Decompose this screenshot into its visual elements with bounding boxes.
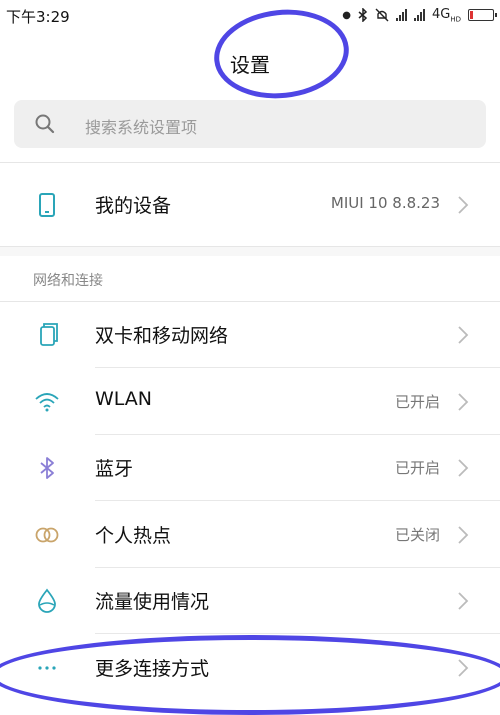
data-usage-icon [38,588,56,613]
wlan-row[interactable]: WLAN 已开启 [0,369,500,435]
status-bar: 下午3:29 ● 4GHD [0,0,500,30]
chevron-right-icon [458,393,469,411]
more-connections-row[interactable]: 更多连接方式 [0,635,500,701]
hotspot-status: 已关闭 [394,526,440,544]
mute-icon [375,8,389,22]
search-input[interactable]: 搜索系统设置项 [14,100,486,148]
hotspot-icon [35,527,59,543]
chevron-right-icon [458,196,469,214]
status-icons: ● 4GHD [342,5,497,25]
wlan-label: WLAN [95,388,153,410]
row-separator [95,367,500,368]
search-placeholder: 搜索系统设置项 [85,118,198,137]
page-title: 设置 [230,53,270,77]
divider [0,162,500,163]
bluetooth-row[interactable]: 蓝牙 已开启 [0,435,500,501]
sidebar-item-dual-sim[interactable]: 双卡和移动网络 [0,302,500,368]
chevron-right-icon [458,326,469,344]
wifi-icon [35,393,59,412]
chevron-right-icon [458,659,469,677]
bluetooth-status: 已开启 [394,459,440,477]
data-usage-label: 流量使用情况 [95,591,210,613]
phone-icon [39,193,55,217]
divider [0,246,500,247]
section-header-network: 网络和连接 [33,273,103,289]
more-connections-label: 更多连接方式 [95,658,210,680]
row-separator [95,633,500,634]
wlan-status: 已开启 [394,393,440,411]
hotspot-row[interactable]: 个人热点 已关闭 [0,502,500,568]
row-separator [95,500,500,501]
data-usage-row[interactable]: 流量使用情况 [0,568,500,634]
section-gap [0,246,500,256]
hotspot-label: 个人热点 [95,525,172,547]
more-dots-icon [38,666,56,670]
chevron-right-icon [458,526,469,544]
status-time: 下午3:29 [6,8,70,26]
my-device-version: MIUI 10 8.8.23 [330,194,440,212]
bluetooth-icon [40,457,54,479]
my-device-label: 我的设备 [95,195,172,217]
chevron-right-icon [458,592,469,610]
network-type: 4GHD [431,6,461,24]
dot-icon: ● [342,9,351,21]
battery-icon [468,9,497,21]
dual-sim-label: 双卡和移动网络 [95,325,229,347]
sim-card-icon [40,323,58,346]
bluetooth-label: 蓝牙 [95,458,134,480]
signal-1-icon [395,9,407,21]
chevron-right-icon [458,459,469,477]
search-icon [35,114,55,134]
signal-2-icon [413,9,425,21]
bluetooth-status-icon [358,8,368,22]
my-device-row[interactable]: 我的设备 MIUI 10 8.8.23 [0,172,500,238]
